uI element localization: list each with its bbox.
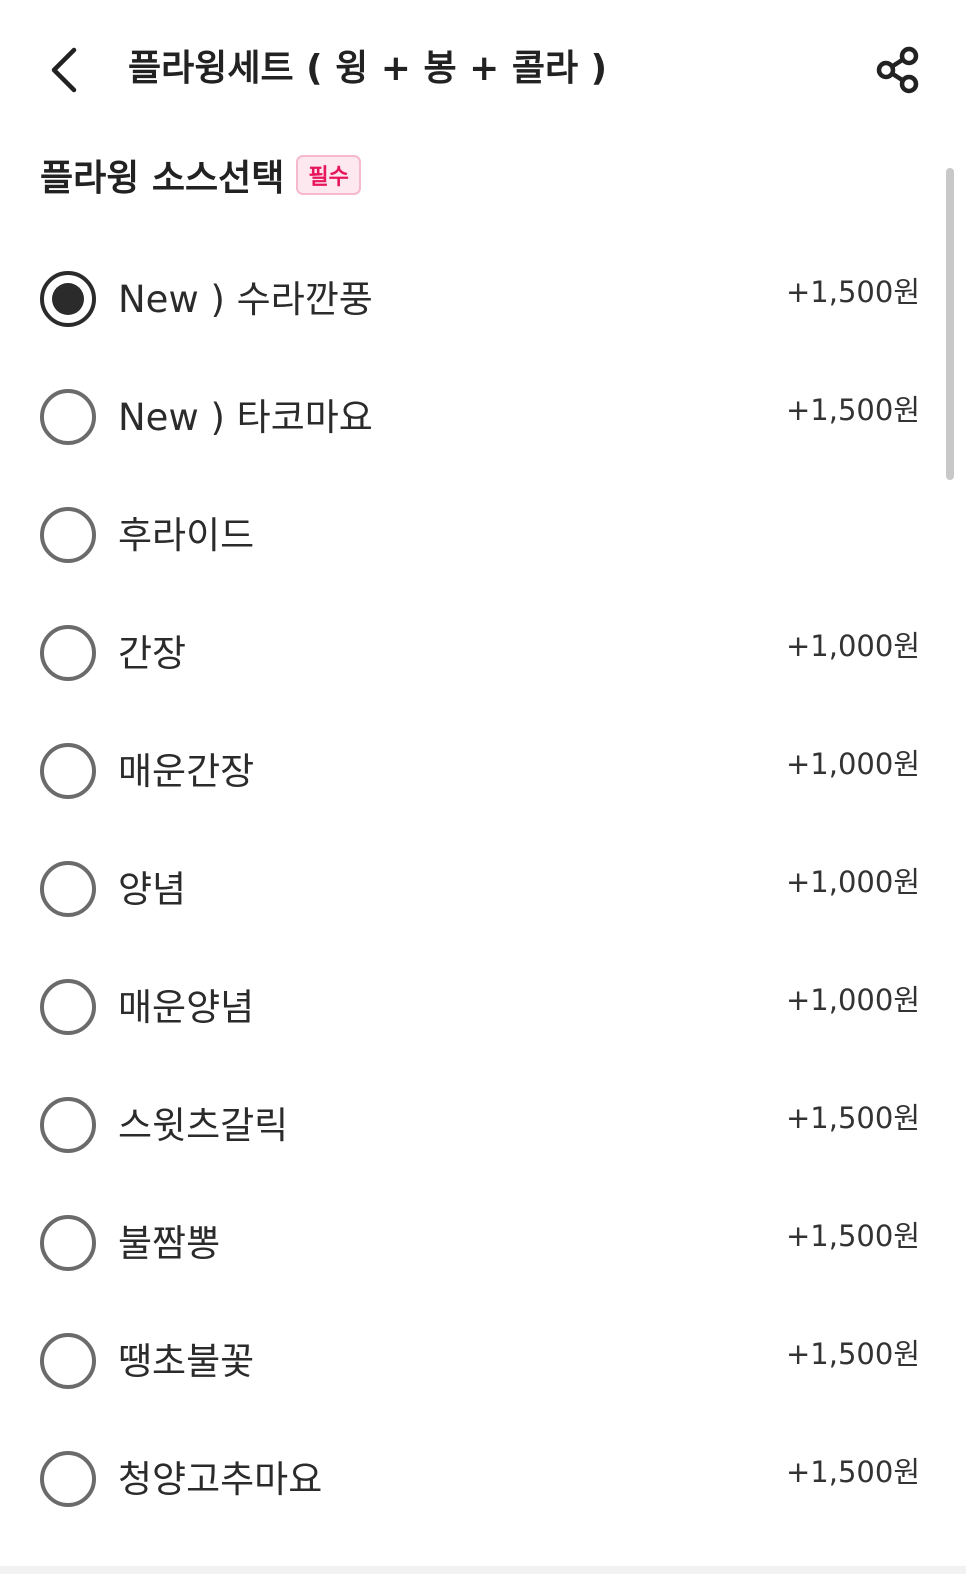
- share-icon: [876, 46, 919, 94]
- option-row[interactable]: 간장 +1,000원: [0, 594, 966, 712]
- radio-button[interactable]: [40, 1451, 96, 1507]
- option-row[interactable]: 불짬뽕 +1,500원: [0, 1184, 966, 1302]
- radio-button-selected[interactable]: [40, 271, 96, 327]
- radio-button[interactable]: [40, 1097, 96, 1153]
- section-title: 플라윙 소스선택: [40, 158, 285, 199]
- option-label: 땡초불꽃: [118, 1340, 255, 1383]
- option-price: +1,500원: [786, 1219, 920, 1253]
- bottom-divider: [0, 1566, 966, 1574]
- option-price: +1,000원: [786, 865, 920, 899]
- option-row[interactable]: 매운양념 +1,000원: [0, 948, 966, 1066]
- option-label: New ) 수라깐풍: [118, 278, 373, 321]
- chevron-left-icon: [51, 47, 77, 93]
- required-badge: 필수: [296, 155, 361, 195]
- sauce-option-list: New ) 수라깐풍 +1,500원 New ) 타코마요 +1,500원 후라…: [0, 240, 966, 1538]
- radio-button[interactable]: [40, 1333, 96, 1389]
- section-header: 플라윙 소스선택 필수: [40, 148, 361, 202]
- page-title: 플라윙세트 ( 윙 + 봉 + 콜라 ): [128, 48, 608, 89]
- option-label: 청양고추마요: [118, 1458, 323, 1501]
- option-row[interactable]: 청양고추마요 +1,500원: [0, 1420, 966, 1538]
- radio-button[interactable]: [40, 743, 96, 799]
- option-price: +1,500원: [786, 1101, 920, 1135]
- radio-button[interactable]: [40, 625, 96, 681]
- option-label: 스윗츠갈릭: [118, 1104, 289, 1147]
- option-price: +1,500원: [786, 1337, 920, 1371]
- option-row[interactable]: 후라이드: [0, 476, 966, 594]
- option-row[interactable]: 매운간장 +1,000원: [0, 712, 966, 830]
- option-label: 매운간장: [118, 750, 255, 793]
- option-price: +1,500원: [786, 393, 920, 427]
- radio-button[interactable]: [40, 979, 96, 1035]
- share-button[interactable]: [868, 40, 928, 100]
- radio-button[interactable]: [40, 1215, 96, 1271]
- option-label: 양념: [118, 868, 187, 911]
- option-label: 간장: [118, 632, 187, 675]
- option-label: 후라이드: [118, 514, 255, 557]
- option-row[interactable]: 양념 +1,000원: [0, 830, 966, 948]
- option-label: 매운양념: [118, 986, 255, 1029]
- option-price: +1,000원: [786, 629, 920, 663]
- scrollbar-thumb[interactable]: [946, 168, 954, 480]
- option-row[interactable]: New ) 수라깐풍 +1,500원: [0, 240, 966, 358]
- option-price: +1,500원: [786, 275, 920, 309]
- radio-button[interactable]: [40, 507, 96, 563]
- option-price: +1,000원: [786, 747, 920, 781]
- option-price: +1,000원: [786, 983, 920, 1017]
- radio-button[interactable]: [40, 861, 96, 917]
- option-label: 불짬뽕: [118, 1222, 221, 1265]
- option-row[interactable]: New ) 타코마요 +1,500원: [0, 358, 966, 476]
- option-row[interactable]: 스윗츠갈릭 +1,500원: [0, 1066, 966, 1184]
- option-price: +1,500원: [786, 1455, 920, 1489]
- option-row[interactable]: 땡초불꽃 +1,500원: [0, 1302, 966, 1420]
- back-button[interactable]: [36, 40, 92, 100]
- option-label: New ) 타코마요: [118, 396, 373, 439]
- top-app-bar: 플라윙세트 ( 윙 + 봉 + 콜라 ): [0, 0, 966, 138]
- radio-button[interactable]: [40, 389, 96, 445]
